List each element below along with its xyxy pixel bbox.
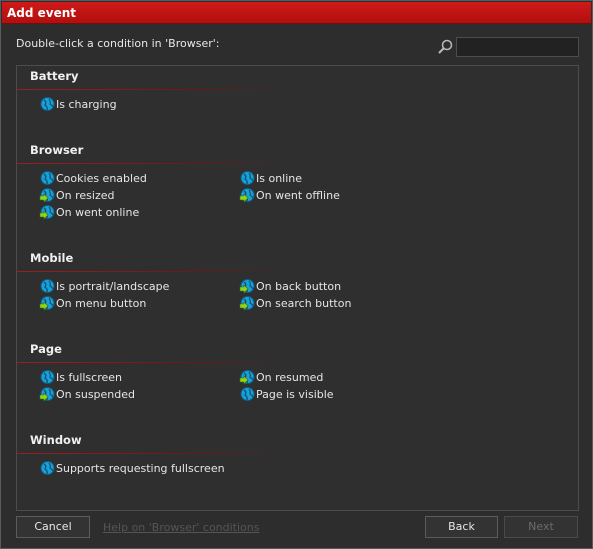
dialog-title: Add event: [2, 2, 591, 24]
instruction-text: Double-click a condition in 'Browser':: [16, 37, 220, 50]
condition-globe-icon: [40, 97, 55, 111]
search-box: [435, 37, 579, 57]
category-title: Page: [30, 342, 62, 356]
category-title: Battery: [30, 69, 79, 83]
trigger-globe-icon: [239, 279, 255, 294]
condition-label: On back button: [256, 280, 342, 293]
condition-label: On suspended: [56, 388, 136, 401]
category-browser: Browser Cookies enabled On resized On went …: [17, 143, 578, 233]
trigger-globe-icon: [239, 296, 255, 311]
condition-label: Cookies enabled: [56, 172, 147, 185]
add-event-dialog: Add event Double-click a condition in 'B…: [0, 0, 593, 549]
search-input[interactable]: [456, 37, 579, 57]
trigger-globe-icon: [39, 296, 55, 311]
condition-globe-icon: [40, 370, 55, 384]
category-divider: [17, 453, 282, 454]
cancel-button[interactable]: Cancel: [16, 516, 90, 538]
condition-label: On went offline: [256, 189, 340, 202]
condition-label: Page is visible: [256, 388, 334, 401]
condition-globe-icon: [40, 171, 55, 185]
condition-label: Is charging: [56, 98, 117, 111]
category-divider: [17, 362, 282, 363]
condition-globe-icon: [40, 461, 55, 475]
category-mobile: Mobile Is portrait/landscape On menu butto…: [17, 251, 578, 341]
trigger-globe-icon: [39, 205, 55, 220]
trigger-globe-icon: [39, 387, 55, 402]
condition-globe-icon: [40, 279, 55, 293]
category-divider: [17, 89, 282, 90]
trigger-globe-icon: [39, 188, 55, 203]
next-button[interactable]: Next: [504, 516, 578, 538]
back-button[interactable]: Back: [425, 516, 498, 538]
category-title: Mobile: [30, 251, 74, 265]
help-link[interactable]: Help on 'Browser' conditions: [103, 521, 259, 534]
category-divider: [17, 271, 282, 272]
category-window: Window Supports requesting fullscreen: [17, 433, 578, 510]
condition-label: On resized: [56, 189, 115, 202]
category-page: Page Is fullscreen On suspended On resumed P…: [17, 342, 578, 432]
condition-label: On went online: [56, 206, 140, 219]
condition-label: Supports requesting fullscreen: [56, 462, 225, 475]
trigger-globe-icon: [239, 370, 255, 385]
category-title: Window: [30, 433, 82, 447]
condition-label: Is online: [256, 172, 303, 185]
condition-label: On resumed: [256, 371, 324, 384]
category-divider: [17, 163, 282, 164]
condition-label: On menu button: [56, 297, 147, 310]
condition-globe-icon: [240, 387, 255, 401]
search-icon: [438, 39, 453, 54]
category-title: Browser: [30, 143, 84, 157]
condition-globe-icon: [240, 171, 255, 185]
trigger-globe-icon: [239, 188, 255, 203]
conditions-list: Battery Is charging Browser Cookies enabled…: [16, 65, 579, 511]
condition-label: On search button: [256, 297, 352, 310]
condition-label: Is portrait/landscape: [56, 280, 170, 293]
condition-label: Is fullscreen: [56, 371, 122, 384]
